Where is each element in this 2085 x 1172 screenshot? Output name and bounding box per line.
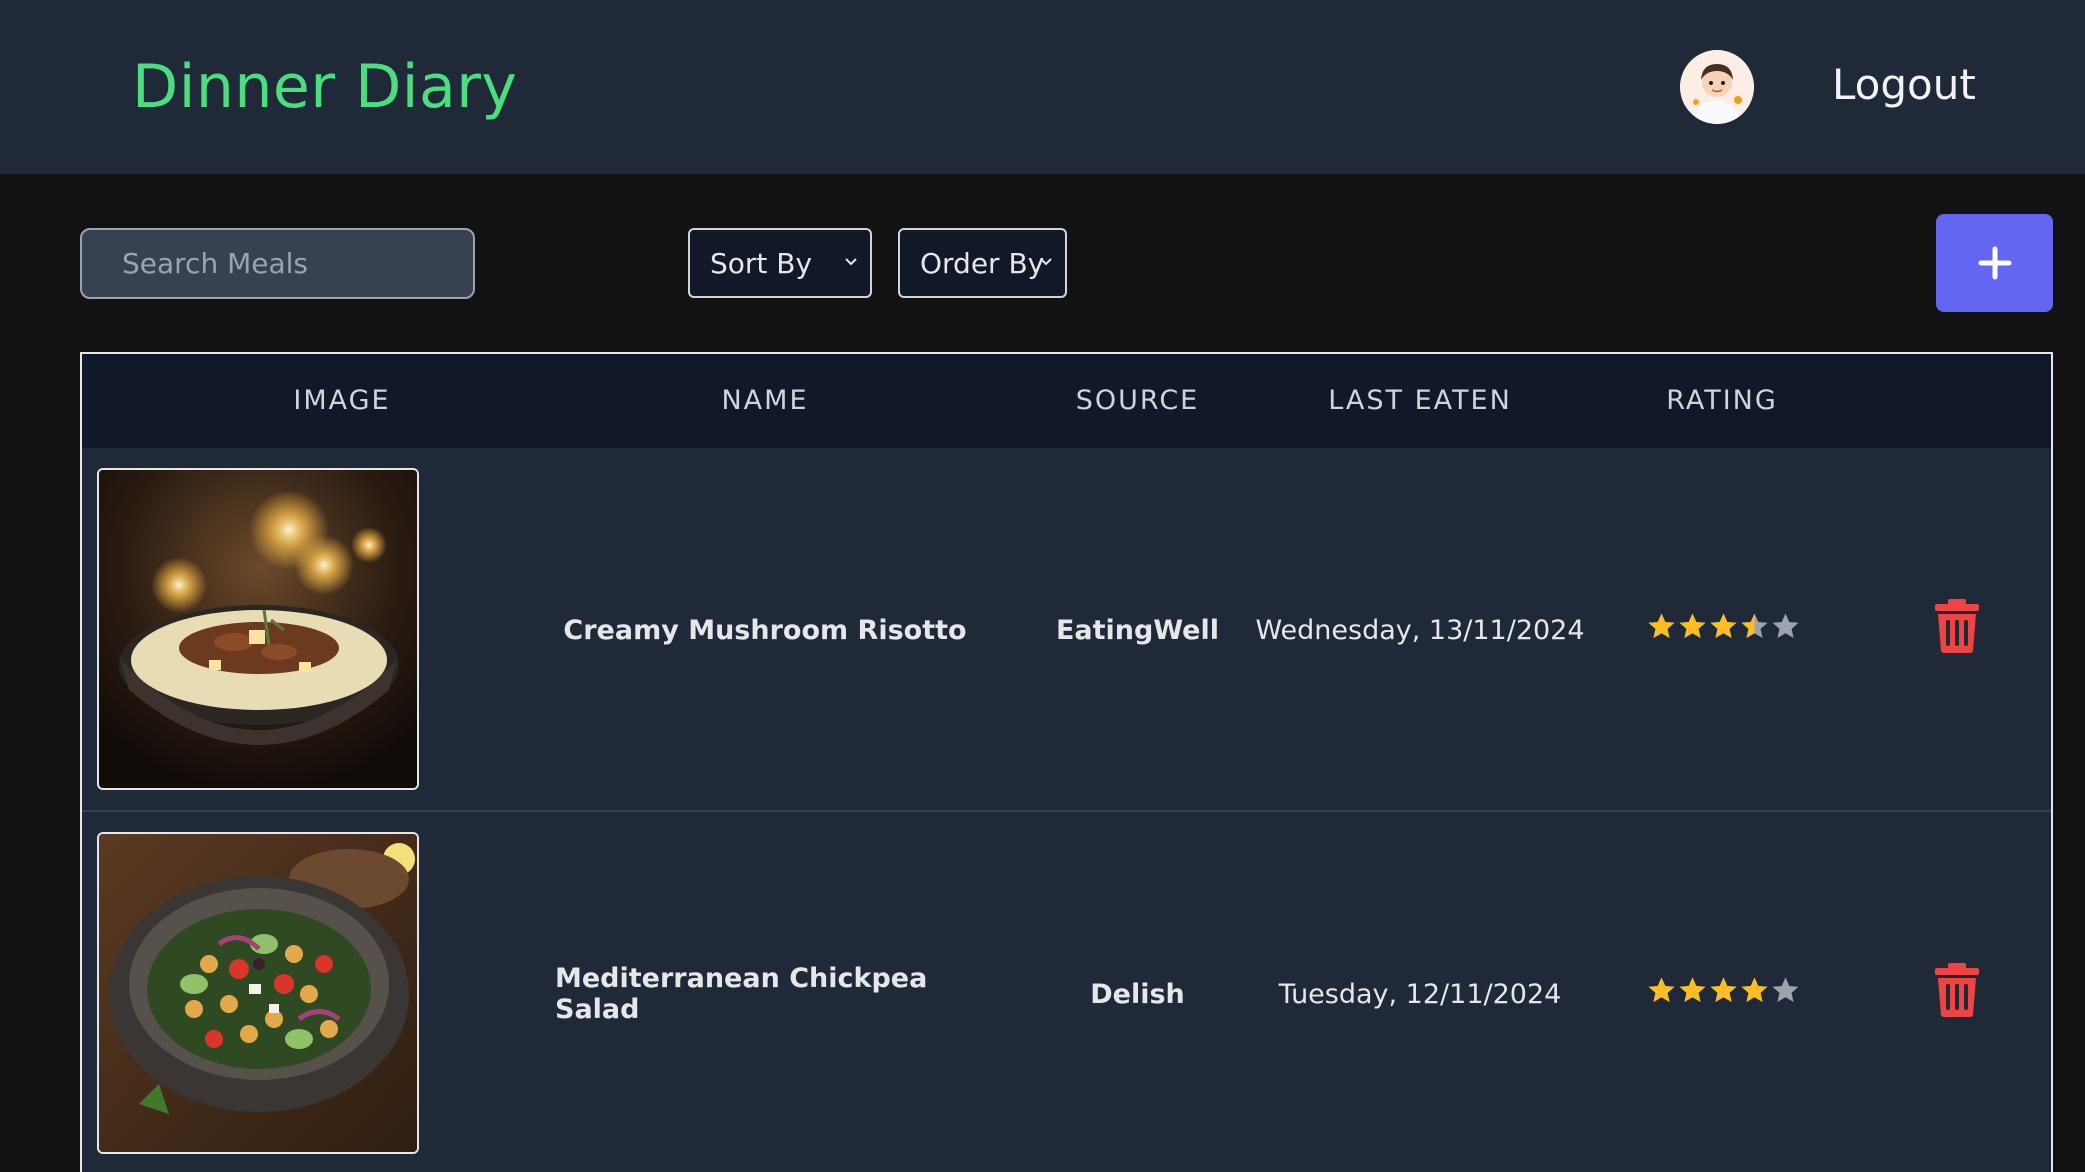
trash-icon[interactable] <box>1934 598 1980 654</box>
rating-stars <box>1647 612 1800 641</box>
order-by-label: Order By <box>920 246 1045 280</box>
table-row[interactable]: Creamy Mushroom Risotto EatingWell Wedne… <box>82 448 2051 812</box>
star-filled-icon <box>1741 977 1768 1002</box>
meal-source: EatingWell <box>1055 614 1219 646</box>
meal-last-eaten: Tuesday, 12/11/2024 <box>1278 978 1562 1010</box>
search-input[interactable] <box>80 228 475 299</box>
meal-name: Mediterranean Chickpea Salad <box>555 963 928 1025</box>
rating-stars <box>1647 976 1800 1005</box>
column-header-rating: RATING <box>1666 385 1778 416</box>
chickpea-salad-photo-icon <box>99 834 417 1152</box>
meal-last-eaten: Wednesday, 13/11/2024 <box>1255 614 1585 646</box>
star-filled-icon <box>1648 613 1675 638</box>
chevron-down-icon <box>1040 258 1052 266</box>
column-header-name: NAME <box>721 385 809 416</box>
column-header-source: SOURCE <box>1075 385 1200 416</box>
column-header-image: IMAGE <box>293 385 391 416</box>
star-filled-icon <box>1648 977 1675 1002</box>
column-header-last-eaten: LAST EATEN <box>1328 385 1512 416</box>
meal-source: Delish <box>1090 978 1185 1010</box>
plus-icon <box>1978 246 2011 280</box>
app-title[interactable]: Dinner Diary <box>132 52 517 122</box>
logout-button[interactable]: Logout <box>1832 60 1976 109</box>
meal-image <box>97 832 419 1154</box>
order-by-select[interactable]: Order By <box>898 228 1067 298</box>
star-filled-icon <box>1710 977 1737 1002</box>
sort-by-select[interactable]: Sort By <box>688 228 872 298</box>
trash-icon[interactable] <box>1934 962 1980 1018</box>
star-half-icon <box>1741 613 1768 638</box>
user-avatar[interactable] <box>1680 50 1754 124</box>
sort-by-label: Sort By <box>710 246 813 280</box>
chevron-down-icon <box>845 258 857 266</box>
meals-table: IMAGE NAME SOURCE LAST EATEN RATING Crea… <box>80 352 2053 1172</box>
meal-name: Creamy Mushroom Risotto <box>563 614 967 646</box>
star-filled-icon <box>1710 613 1737 638</box>
top-nav: Dinner Diary Logout <box>0 0 2085 174</box>
table-row[interactable]: Mediterranean Chickpea Salad Delish Tues… <box>82 812 2051 1172</box>
chef-avatar-icon <box>1680 50 1754 124</box>
star-empty-icon <box>1772 613 1799 638</box>
star-filled-icon <box>1679 613 1706 638</box>
star-filled-icon <box>1679 977 1706 1002</box>
risotto-photo-icon <box>99 470 417 788</box>
table-header: IMAGE NAME SOURCE LAST EATEN RATING <box>82 354 2051 448</box>
add-meal-button[interactable] <box>1936 214 2053 312</box>
star-empty-icon <box>1772 977 1799 1002</box>
meal-image <box>97 468 419 790</box>
